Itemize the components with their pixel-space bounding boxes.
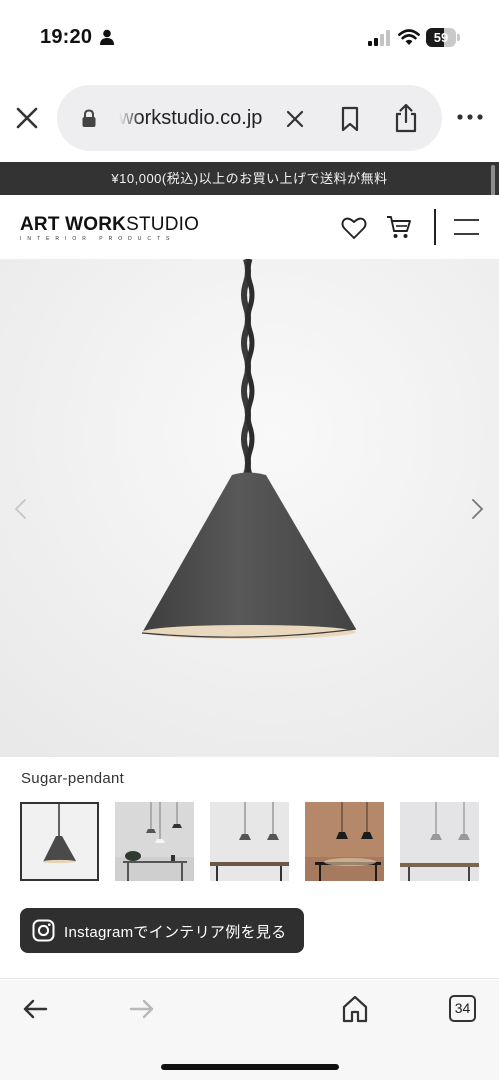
logo-subtext: INTERIOR PRODUCTS: [20, 236, 176, 242]
person-icon: [100, 29, 114, 45]
address-bar[interactable]: workstudio.co.jp: [57, 85, 442, 151]
browser-bottom-bar: 34: [0, 980, 499, 1080]
carousel-next-icon[interactable]: [470, 497, 486, 521]
home-icon[interactable]: [342, 995, 368, 1023]
status-bar: 19:20 59: [0, 0, 499, 72]
announcement-bar: ¥10,000(税込)以上のお買い上げで送料が無料: [0, 162, 499, 195]
thumbnail-1[interactable]: [20, 802, 99, 881]
logo-text-light: STUDIO: [126, 214, 200, 235]
site-logo[interactable]: ART WORKSTUDIO INTERIOR PRODUCTS: [20, 214, 200, 243]
instagram-icon: [32, 919, 55, 942]
menu-icon[interactable]: [453, 216, 480, 238]
header-divider: [434, 209, 436, 245]
more-icon[interactable]: [456, 107, 484, 127]
thumbnail-2[interactable]: [115, 802, 194, 881]
divider: [0, 978, 499, 979]
home-indicator: [161, 1064, 339, 1070]
url-text[interactable]: workstudio.co.jp: [119, 107, 339, 130]
product-image-carousel[interactable]: [0, 259, 499, 757]
wifi-icon: [398, 29, 420, 45]
battery-percent: 59: [433, 30, 449, 45]
status-time: 19:20: [40, 26, 93, 48]
close-icon[interactable]: [14, 105, 40, 131]
instagram-button-label: Instagramでインテリア例を見る: [64, 924, 287, 941]
back-icon[interactable]: [22, 998, 48, 1020]
site-header: ART WORKSTUDIO INTERIOR PRODUCTS: [0, 195, 499, 259]
thumbnail-4[interactable]: [305, 802, 384, 881]
browser-toolbar: workstudio.co.jp: [0, 72, 499, 162]
thumbnail-strip: [20, 802, 499, 882]
heart-icon[interactable]: [341, 216, 367, 240]
tabs-icon[interactable]: 34: [449, 995, 476, 1022]
battery-icon: 59: [426, 28, 460, 47]
share-icon[interactable]: [393, 103, 419, 133]
signal-icon: [368, 30, 390, 46]
thumbnail-5[interactable]: [400, 802, 479, 881]
clear-icon[interactable]: [285, 109, 305, 129]
forward-icon[interactable]: [129, 998, 155, 1020]
cart-icon[interactable]: [386, 214, 412, 240]
carousel-prev-icon[interactable]: [12, 497, 28, 521]
lock-icon: [82, 109, 96, 127]
instagram-button[interactable]: Instagramでインテリア例を見る: [20, 908, 304, 953]
bookmark-icon[interactable]: [339, 106, 361, 132]
thumbnail-3[interactable]: [210, 802, 289, 881]
logo-text-bold: ART WORK: [20, 214, 127, 235]
pendant-lamp-image: [0, 259, 499, 757]
product-name: Sugar-pendant: [21, 770, 125, 787]
